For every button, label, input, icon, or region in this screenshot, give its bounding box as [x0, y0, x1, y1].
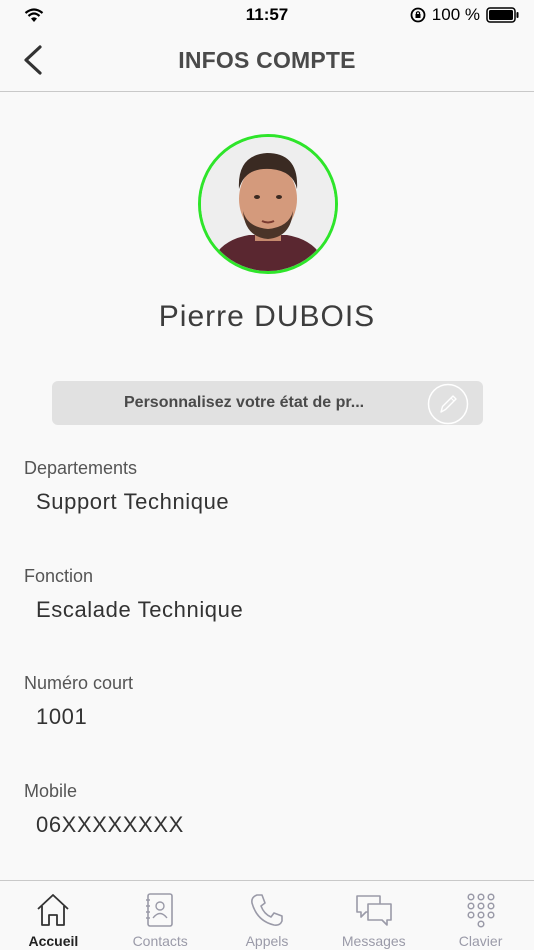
function-value: Escalade Technique: [36, 597, 244, 622]
navigation-bar: INFOS COMPTE: [0, 30, 534, 92]
avatar[interactable]: [198, 134, 338, 274]
tab-clavier[interactable]: Clavier: [427, 881, 534, 950]
department-label: Departements: [24, 458, 138, 478]
orientation-lock-icon: [410, 7, 426, 23]
phone-icon: [251, 894, 283, 926]
tab-label: Accueil: [28, 933, 79, 949]
custom-status-field[interactable]: Personnalisez votre état de pr...: [52, 381, 483, 425]
tab-label: Clavier: [458, 933, 503, 949]
short-number-label: Numéro court: [24, 673, 134, 693]
contacts-book-icon: [146, 893, 173, 927]
page-title: INFOS COMPTE: [178, 47, 356, 73]
profile-photo: [201, 137, 335, 271]
tab-label: Appels: [245, 933, 289, 949]
department-value: Support Technique: [36, 489, 230, 514]
tab-label: Messages: [341, 933, 406, 949]
tab-accueil[interactable]: Accueil: [0, 881, 107, 950]
home-icon: [37, 894, 70, 926]
custom-status-placeholder: Personnalisez votre état de pr...: [124, 394, 365, 411]
mobile-label: Mobile: [24, 781, 78, 801]
profile-name: Pierre DUBOIS: [158, 300, 376, 333]
tab-messages[interactable]: Messages: [320, 881, 427, 950]
tab-bar: Accueil Contacts Appels Messages Clavier: [0, 880, 534, 950]
tab-appels[interactable]: Appels: [214, 881, 321, 950]
battery-percent: 100 %: [431, 5, 480, 24]
short-number-value: 1001: [36, 704, 88, 729]
keypad-icon: [467, 893, 495, 928]
function-label: Fonction: [24, 566, 94, 586]
mobile-value: 06XXXXXXXX: [36, 812, 184, 837]
pencil-icon[interactable]: [427, 383, 469, 425]
tab-label: Contacts: [132, 933, 188, 949]
status-bar: 11:57 100 %: [0, 0, 534, 30]
battery-icon: [486, 7, 519, 23]
chat-bubbles-icon: [355, 895, 392, 926]
tab-contacts[interactable]: Contacts: [107, 881, 214, 950]
